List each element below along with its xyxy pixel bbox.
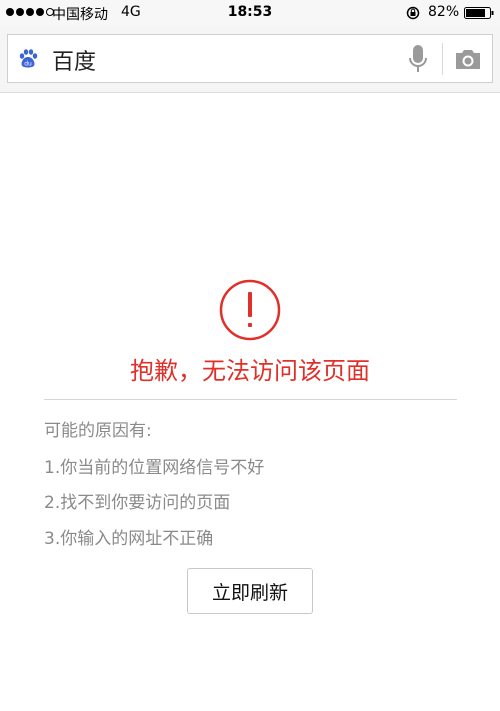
search-area: du 百度 [0,26,500,93]
divider [44,399,457,400]
rotation-lock-icon [406,6,420,20]
svg-text:du: du [24,61,32,68]
mic-icon[interactable] [406,43,430,75]
reasons-title: 可能的原因有: [44,421,152,441]
camera-icon[interactable] [454,46,482,72]
battery-icon [464,7,494,19]
baidu-paw-icon: du [19,49,38,68]
refresh-button[interactable]: 立即刷新 [187,568,313,614]
alert-icon [219,279,281,341]
reason-item: 1.你当前的位置网络信号不好 [44,458,265,478]
status-bar: 中国移动 4G 18:53 82% [0,0,500,26]
clock: 18:53 [227,4,273,20]
reason-item: 2.找不到你要访问的页面 [44,493,231,513]
search-divider [442,43,443,75]
error-title: 抱歉，无法访问该页面 [130,357,370,385]
reason-item: 3.你输入的网址不正确 [44,529,214,549]
search-input[interactable]: 百度 [52,44,96,76]
battery-percentage: 82% [428,4,460,20]
search-box[interactable]: du 百度 [7,34,493,83]
